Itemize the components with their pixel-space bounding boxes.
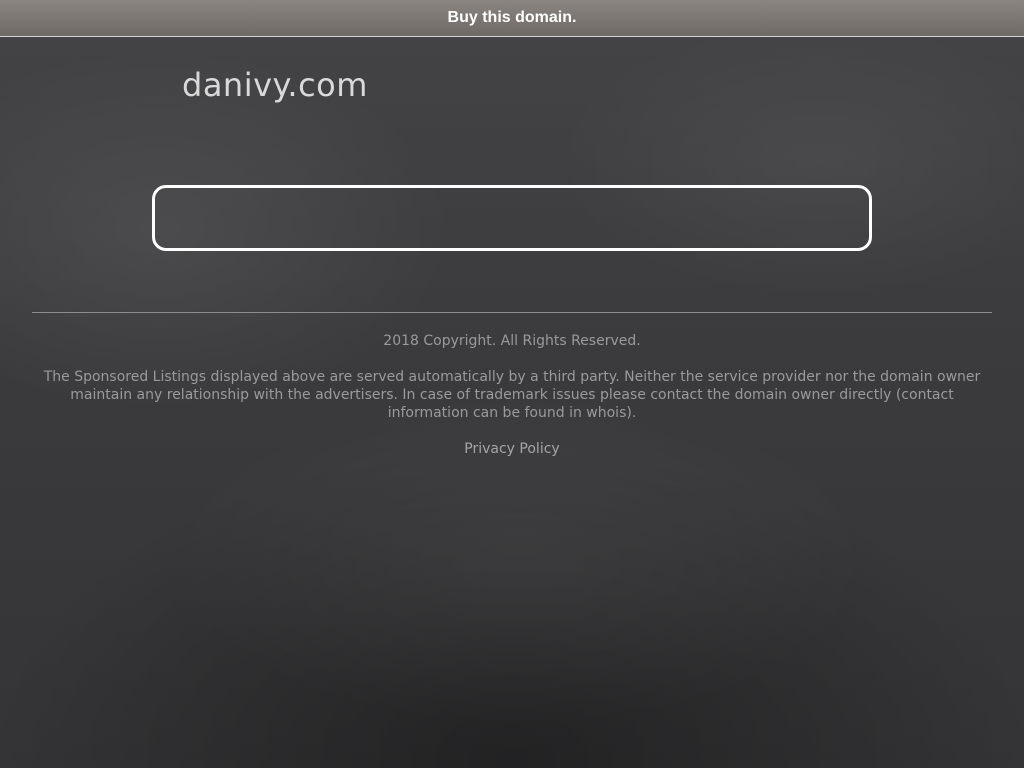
footer: 2018 Copyright. All Rights Reserved. The… <box>32 332 992 458</box>
disclaimer-text: The Sponsored Listings displayed above a… <box>43 369 981 421</box>
search-box[interactable] <box>152 185 872 251</box>
buy-domain-link[interactable]: Buy this domain. <box>448 9 577 27</box>
domain-title: danivy.com <box>182 66 368 104</box>
buy-domain-bar[interactable]: Buy this domain. <box>0 0 1024 37</box>
copyright-text: 2018 Copyright. All Rights Reserved. <box>383 333 641 349</box>
footer-divider <box>32 312 992 313</box>
privacy-policy-link[interactable]: Privacy Policy <box>464 441 559 457</box>
